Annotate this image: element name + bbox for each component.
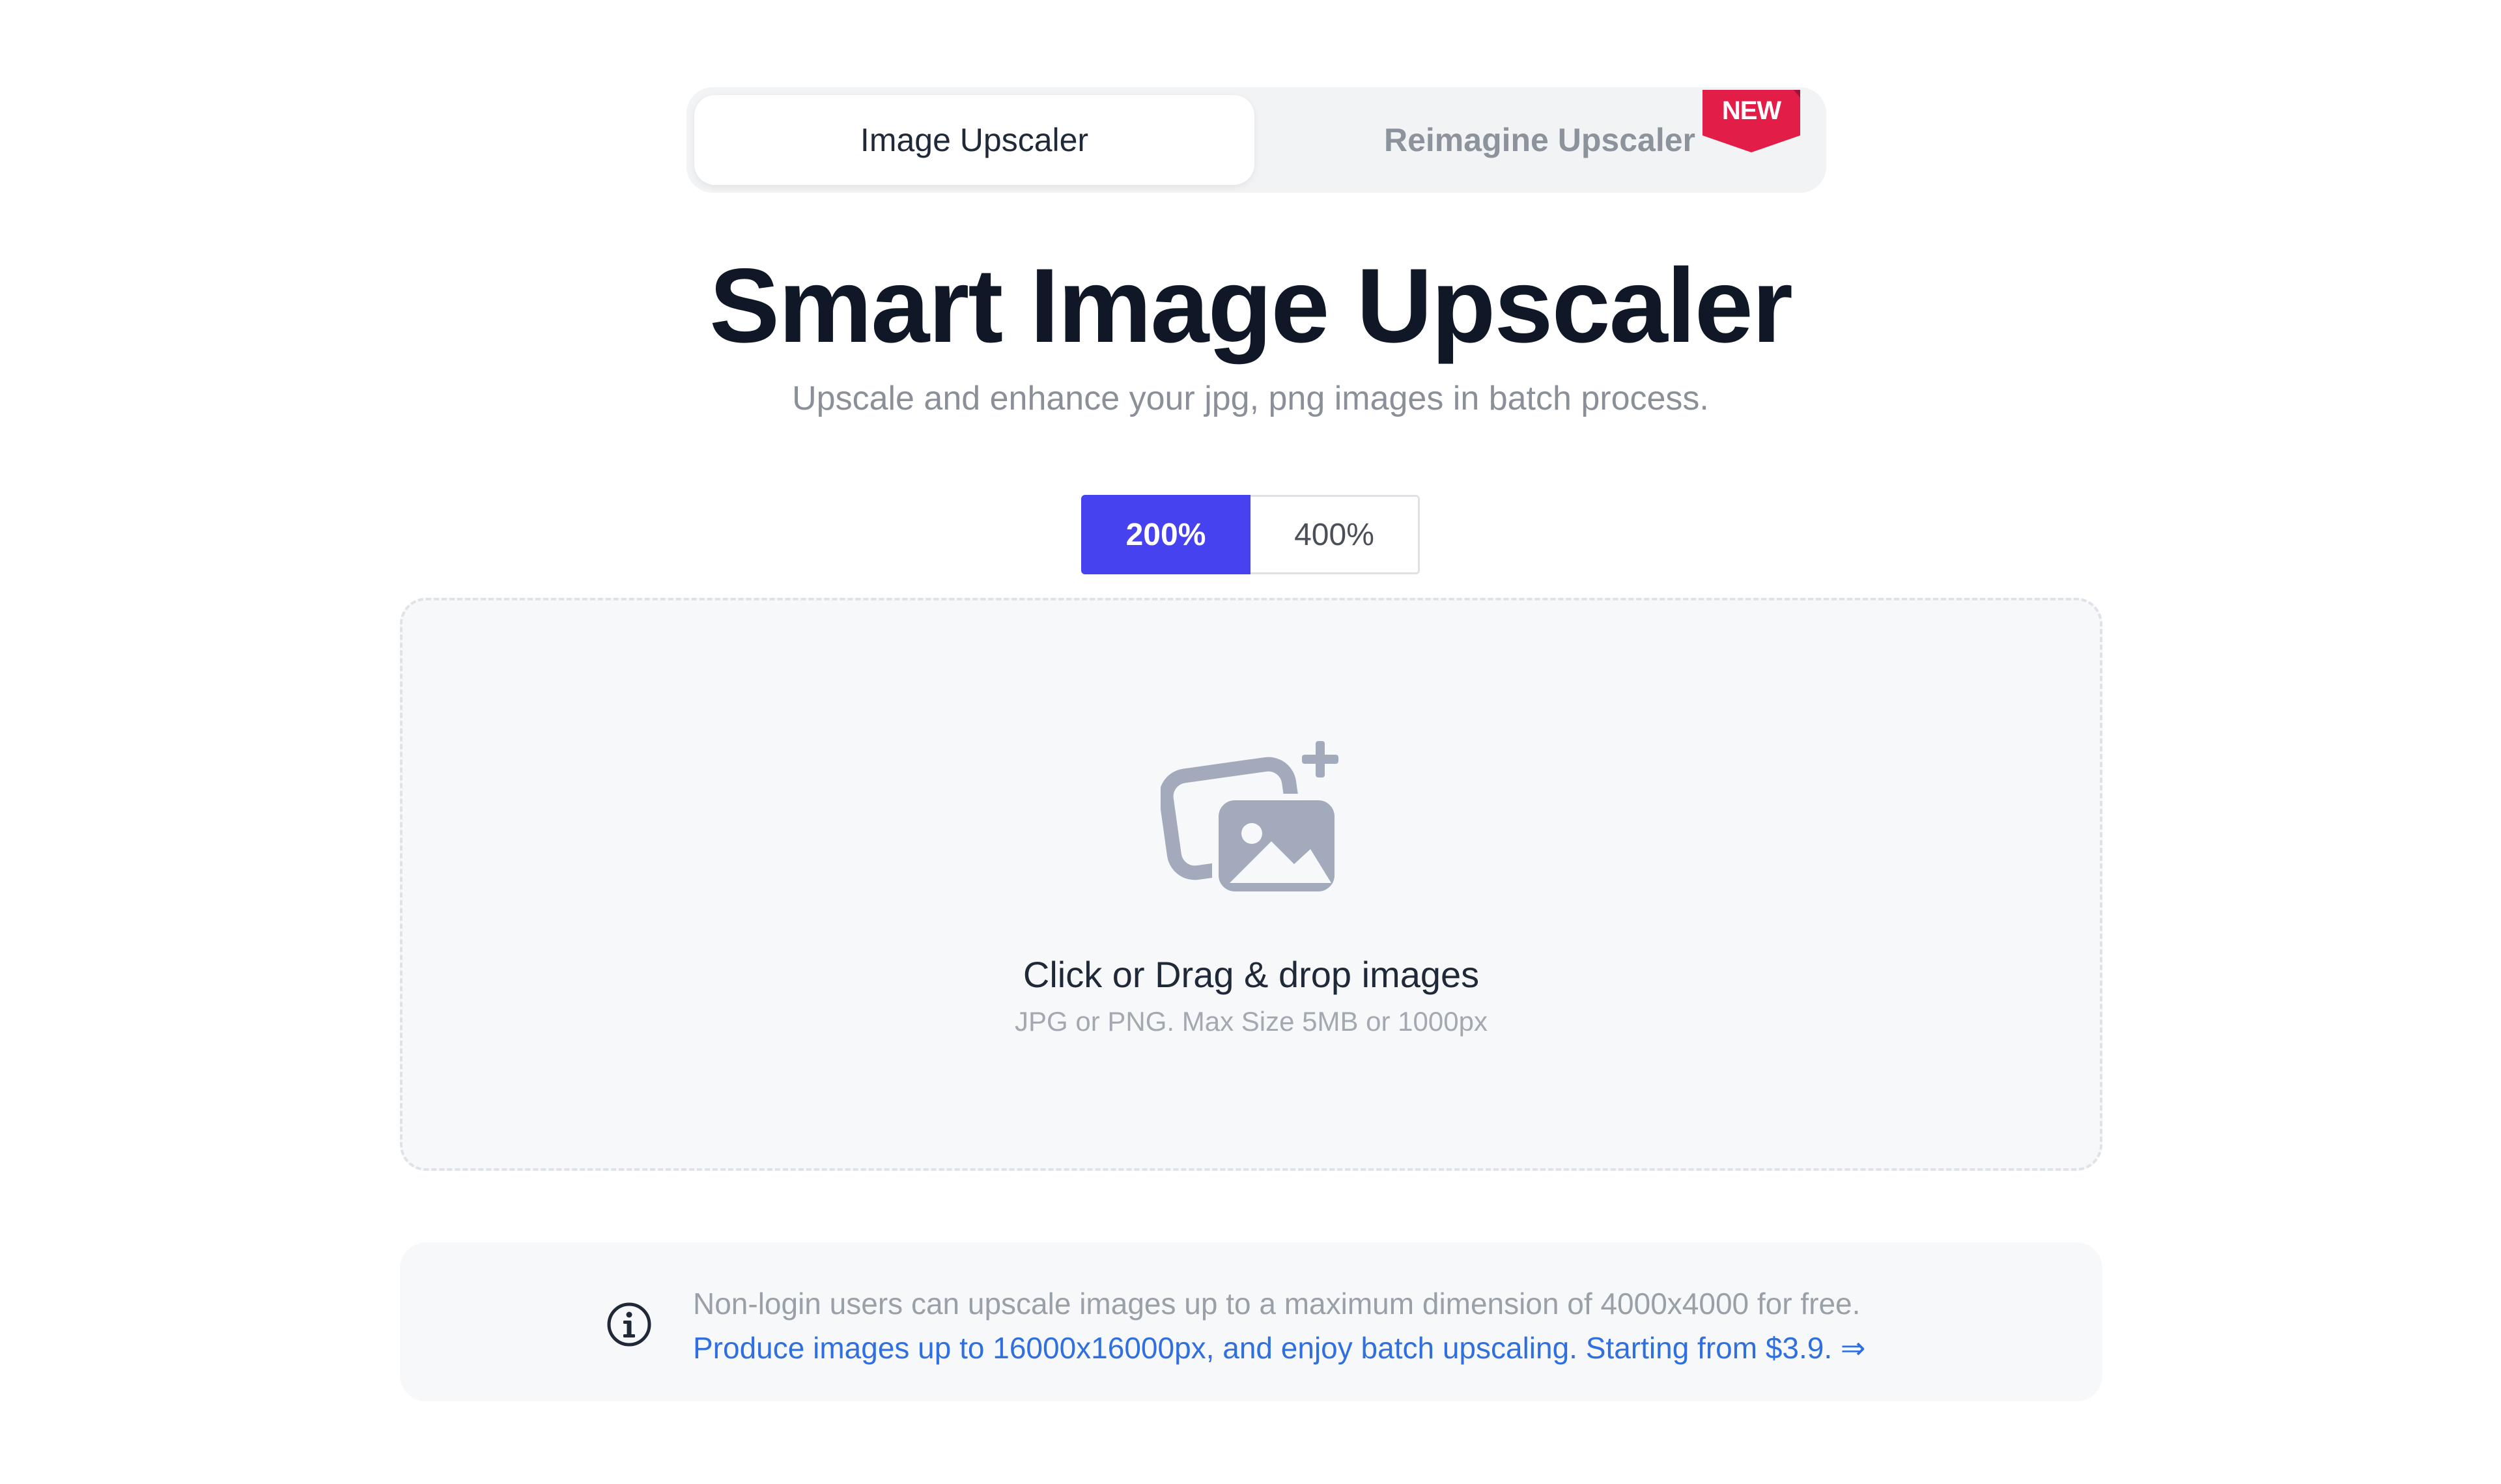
image-drop-zone[interactable]: Click or Drag & drop images JPG or PNG. …: [400, 598, 2102, 1171]
scale-toggle: 200% 400%: [1081, 495, 1420, 574]
info-banner: Non-login users can upscale images up to…: [400, 1242, 2102, 1401]
drop-zone-hint: JPG or PNG. Max Size 5MB or 1000px: [1015, 1006, 1488, 1037]
drop-zone-title: Click or Drag & drop images: [1023, 954, 1480, 995]
tab-reimagine-upscaler-label: Reimagine Upscaler: [1384, 122, 1695, 158]
tab-image-upscaler-label: Image Upscaler: [860, 122, 1089, 158]
image-add-icon: [1161, 737, 1349, 906]
info-icon: [606, 1301, 653, 1348]
new-badge-label: NEW: [1721, 96, 1781, 125]
info-free-limit-text: Non-login users can upscale images up to…: [693, 1287, 1861, 1321]
info-text: Non-login users can upscale images up to…: [693, 1281, 1865, 1370]
scale-400-button[interactable]: 400%: [1250, 495, 1420, 574]
scale-200-button[interactable]: 200%: [1081, 495, 1250, 574]
page-subtitle: Upscale and enhance your jpg, png images…: [792, 380, 1709, 417]
new-badge: NEW: [1703, 90, 1800, 152]
tab-image-upscaler[interactable]: Image Upscaler: [694, 95, 1254, 185]
mode-tabs: Image Upscaler Reimagine Upscaler NEW: [686, 87, 1826, 193]
pricing-upgrade-link[interactable]: Produce images up to 16000x16000px, and …: [693, 1326, 1865, 1370]
page-title: Smart Image Upscaler: [709, 247, 1793, 365]
